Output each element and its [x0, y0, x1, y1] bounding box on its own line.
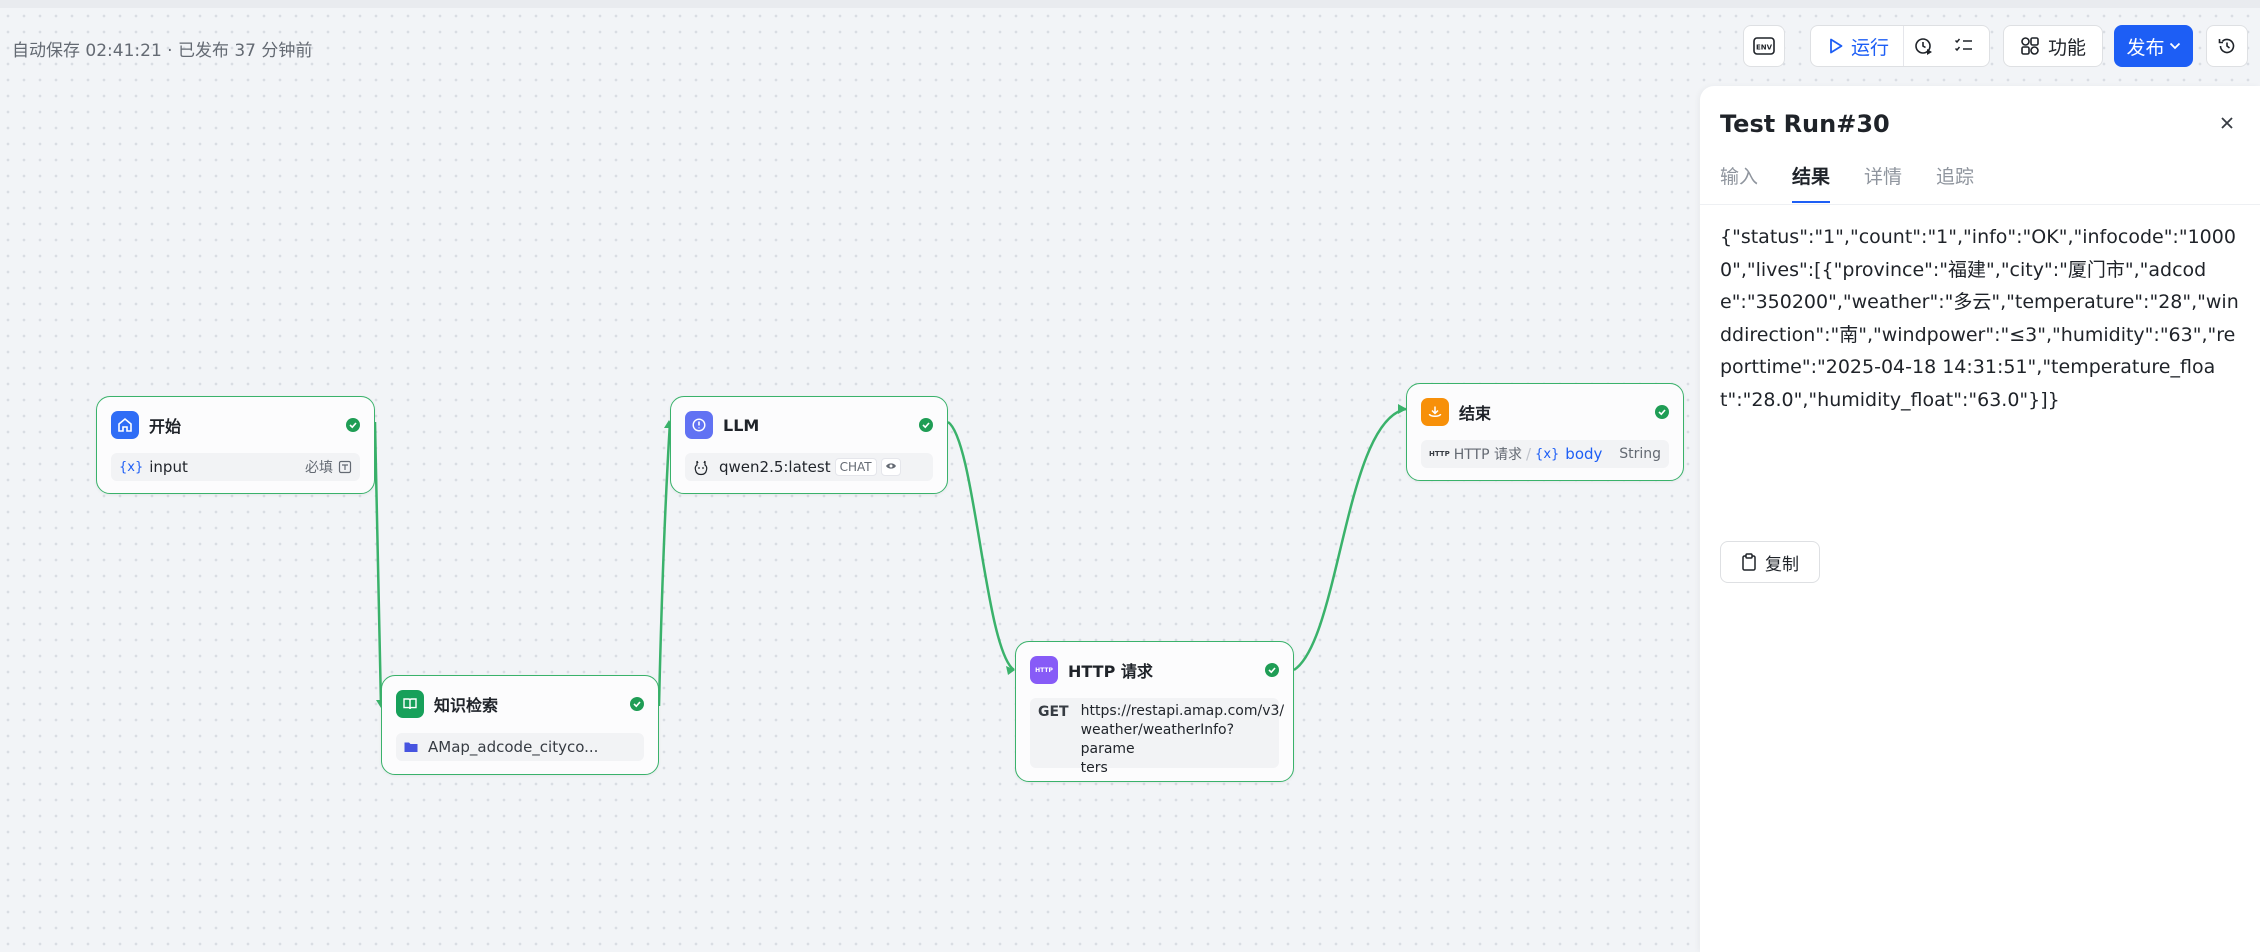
success-check-icon — [630, 697, 644, 711]
http-small-icon: HTTP — [1429, 450, 1450, 458]
home-icon — [111, 411, 139, 439]
play-icon — [1830, 38, 1843, 54]
tab-trace[interactable]: 追踪 — [1936, 162, 1974, 203]
tab-result[interactable]: 结果 — [1792, 162, 1831, 203]
history-icon — [2218, 38, 2235, 54]
version-history-button[interactable] — [2206, 25, 2248, 67]
node-http-title: HTTP 请求 — [1068, 662, 1153, 681]
node-http-request[interactable]: HTTP HTTP 请求 GET https://restapi.amap.co… — [1015, 641, 1294, 782]
checklist-icon — [1954, 38, 1973, 52]
chevron-down-icon — [2169, 42, 2180, 50]
features-button[interactable]: 功能 — [2003, 25, 2103, 67]
edge-knowledge-llm — [657, 421, 672, 707]
result-json-text: {"status":"1","count":"1","info":"OK","i… — [1720, 226, 2239, 411]
http-request-url-block: GET https://restapi.amap.com/v3/ weather… — [1030, 698, 1284, 776]
clock-play-icon — [1915, 38, 1933, 55]
llama-icon — [694, 460, 708, 476]
env-button[interactable]: ENV — [1743, 25, 1785, 67]
text-type-icon — [338, 460, 352, 474]
http-url-line: https://restapi.amap.com/v3/ — [1080, 703, 1285, 719]
variable-name: body — [1565, 445, 1603, 463]
required-label: 必填 — [305, 460, 333, 476]
http-url-line: ters — [1080, 760, 1108, 776]
run-button[interactable]: 运行 — [1811, 26, 1905, 66]
edge-start-knowledge — [373, 421, 383, 707]
node-start-title: 开始 — [149, 417, 182, 436]
end-flag-icon — [1421, 398, 1449, 426]
env-icon: ENV — [1753, 37, 1775, 55]
clipboard-icon — [1742, 553, 1756, 571]
variable-type: String — [1619, 446, 1661, 462]
panel-tabs: 输入 结果 详情 追踪 — [1720, 162, 2008, 203]
source-node-name: HTTP 请求 — [1453, 447, 1522, 463]
http-url: https://restapi.amap.com/v3/ weather/wea… — [1080, 702, 1285, 776]
variable-icon: {x} — [119, 459, 144, 475]
http-url-line: weather/weatherInfo?parame — [1080, 722, 1235, 757]
edge-http-end — [1293, 407, 1407, 672]
node-start[interactable]: 开始 {x} input 必填 — [96, 396, 375, 494]
success-check-icon — [1265, 663, 1279, 677]
features-button-label: 功能 — [2047, 36, 2086, 59]
http-method: GET — [1038, 704, 1069, 720]
node-end-title: 结束 — [1459, 404, 1492, 423]
features-icon — [2021, 37, 2039, 55]
node-llm[interactable]: LLM qwen2.5:latest CHAT — [670, 396, 948, 494]
node-knowledge-retrieval[interactable]: 知识检索 AMap_adcode_cityco... — [381, 675, 659, 775]
edge-llm-http — [947, 420, 1015, 672]
publish-button[interactable]: 发布 — [2114, 25, 2193, 67]
tab-detail[interactable]: 详情 — [1864, 162, 1902, 203]
success-check-icon — [919, 418, 933, 432]
node-knowledge-title: 知识检索 — [434, 696, 499, 715]
variable-icon: {x} — [1535, 446, 1560, 462]
llm-model: qwen2.5:latest CHAT — [685, 453, 933, 481]
run-toolbar-group: 运行 — [1810, 25, 1990, 67]
model-mode-badge: CHAT — [834, 458, 877, 476]
run-history-button[interactable] — [1904, 26, 1944, 66]
svg-text:ENV: ENV — [1756, 44, 1773, 52]
publish-button-label: 发布 — [2126, 36, 2165, 59]
success-check-icon — [346, 418, 360, 432]
panel-title: Test Run#30 — [1720, 110, 1890, 138]
copy-button[interactable]: 复制 — [1720, 541, 1820, 583]
eye-icon — [880, 458, 901, 476]
llm-icon — [685, 411, 713, 439]
knowledge-dataset: AMap_adcode_cityco... — [396, 733, 644, 761]
dataset-name: AMap_adcode_cityco... — [428, 738, 599, 756]
http-icon: HTTP — [1030, 656, 1058, 684]
folder-icon — [404, 742, 418, 752]
copy-button-label: 复制 — [1765, 554, 1799, 575]
model-name: qwen2.5:latest — [719, 458, 831, 476]
node-end[interactable]: 结束 HTTP HTTP 请求 / {x} body String — [1406, 383, 1684, 481]
start-input-variable: {x} input 必填 — [111, 453, 360, 481]
end-output-variable: HTTP HTTP 请求 / {x} body String — [1421, 440, 1669, 468]
close-icon[interactable] — [2216, 112, 2238, 134]
book-icon — [396, 690, 424, 718]
success-check-icon — [1655, 405, 1669, 419]
variable-name: input — [149, 458, 188, 476]
test-run-panel: Test Run#30 输入 结果 详情 追踪 {"status":"1","c… — [1700, 86, 2260, 952]
run-button-label: 运行 — [1851, 36, 1890, 59]
checklist-button[interactable] — [1944, 26, 1984, 66]
node-llm-title: LLM — [723, 415, 760, 435]
tab-input[interactable]: 输入 — [1720, 162, 1758, 203]
result-content: {"status":"1","count":"1","info":"OK","i… — [1700, 204, 2260, 952]
